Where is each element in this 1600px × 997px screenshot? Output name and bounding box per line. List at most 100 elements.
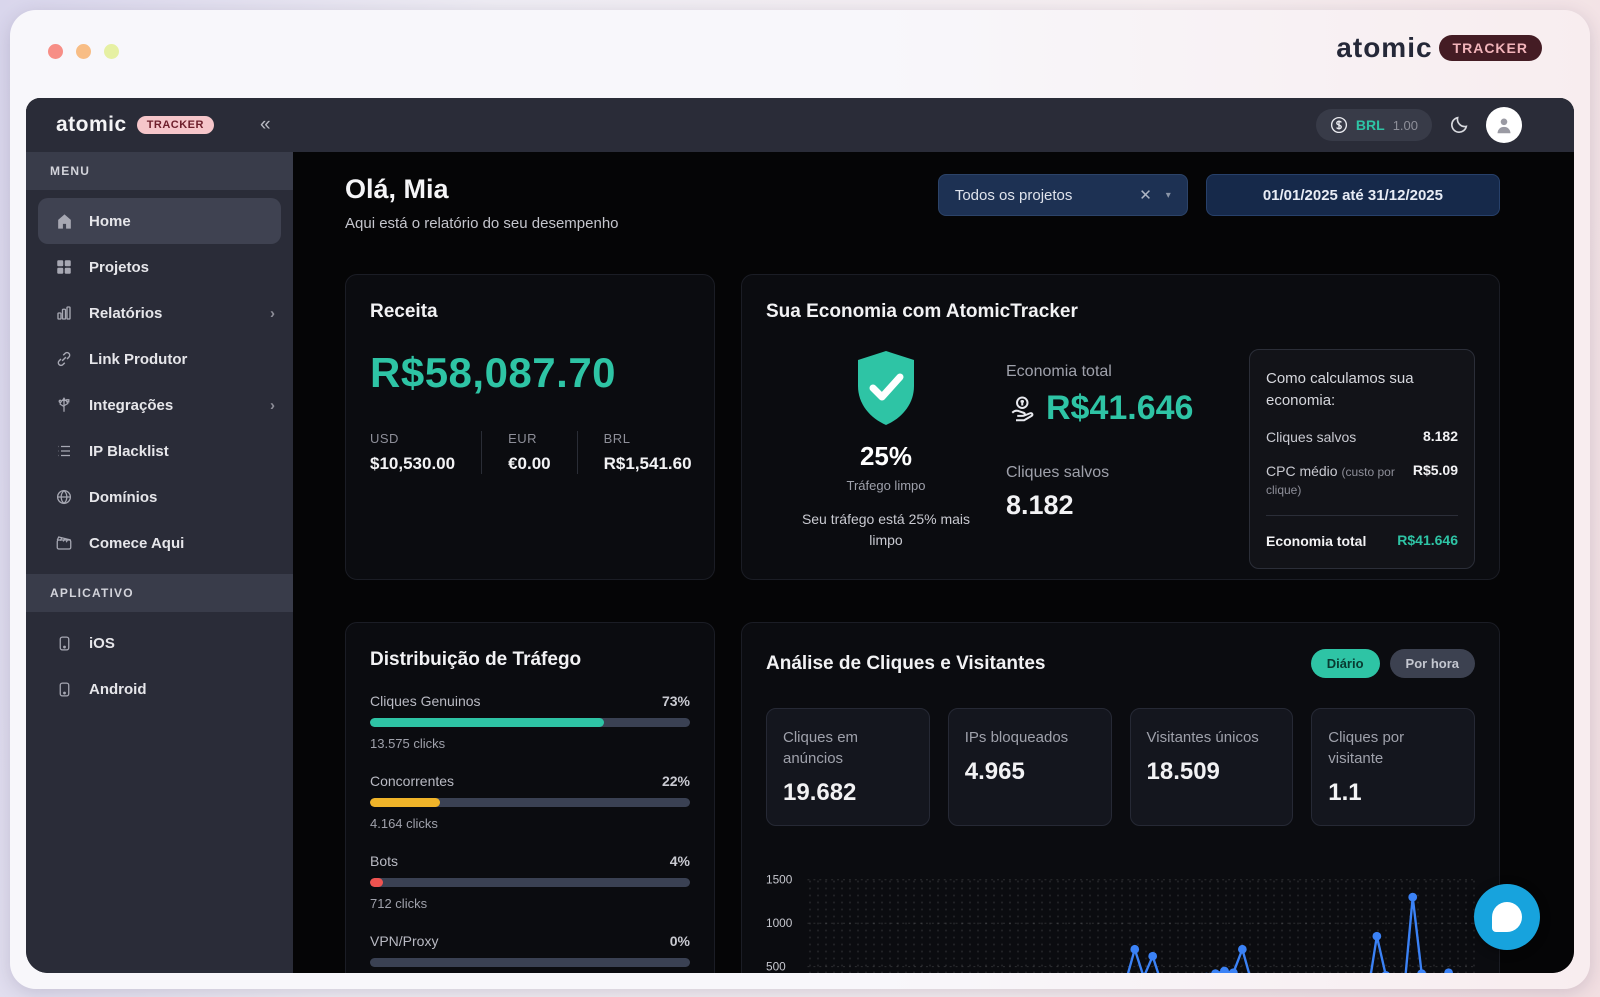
progress-track: [370, 718, 690, 727]
sidebar-item-link-produtor[interactable]: Link Produtor: [26, 336, 293, 382]
sidebar-logo: atomic TRACKER «: [26, 113, 293, 137]
traffic-row-genuine: Cliques Genuinos73% 13.575 clicks: [370, 693, 690, 751]
stat-label: Visitantes únicos: [1147, 727, 1277, 748]
traffic-row-label: VPN/Proxy: [370, 933, 438, 949]
sidebar-nav-app: iOS Android: [26, 612, 293, 720]
brand-badge: TRACKER: [1439, 35, 1542, 61]
sidebar-item-label: Home: [89, 213, 131, 230]
progress-track: [370, 958, 690, 967]
hand-coin-icon: [1006, 394, 1036, 424]
stat-label: Cliques em anúncios: [783, 727, 913, 769]
cards-row-1: Receita R$58,087.70 USD $10,530.00 EUR €…: [345, 274, 1500, 580]
currency-label: EUR: [508, 431, 551, 446]
sidebar-item-dominios[interactable]: Domínios: [26, 474, 293, 520]
saved-clicks-label: Cliques salvos: [1006, 464, 1249, 482]
svg-text:1500: 1500: [766, 873, 793, 887]
sidebar-brand-word: atomic: [56, 113, 127, 137]
grid-icon: [54, 258, 74, 276]
cards-row-2: Distribuição de Tráfego Cliques Genuinos…: [345, 622, 1500, 973]
sidebar-item-ios[interactable]: iOS: [26, 620, 293, 666]
chart-canvas: 15001000500: [766, 860, 1475, 973]
topbar-actions: BRL 1.00: [1316, 107, 1574, 143]
calc-total-value: R$41.646: [1397, 532, 1458, 548]
traffic-row-pct: 22%: [662, 773, 690, 789]
sidebar-collapse-icon[interactable]: «: [260, 114, 271, 136]
currency-selector[interactable]: BRL 1.00: [1316, 109, 1432, 141]
savings-total-label: Economia total: [1006, 363, 1249, 381]
stat-value: 18.509: [1147, 758, 1277, 786]
traffic-row-clicks: 712 clicks: [370, 896, 690, 911]
stat-blocked-ips: IPs bloqueados 4.965: [948, 708, 1112, 826]
link-icon: [54, 350, 74, 368]
sidebar-item-label: Relatórios: [89, 305, 162, 322]
sidebar-item-label: Domínios: [89, 489, 157, 506]
close-window-button[interactable]: [48, 44, 63, 59]
calc-panel-title: Como calculamos sua economia:: [1266, 368, 1458, 412]
currency-value: €0.00: [508, 454, 551, 474]
date-range-picker[interactable]: 01/01/2025 até 31/12/2025: [1206, 174, 1500, 216]
traffic-row-label: Bots: [370, 853, 398, 869]
list-icon: [54, 442, 74, 460]
brand-logo: atomic TRACKER: [1336, 32, 1542, 64]
stat-label: Cliques por visitante: [1328, 727, 1458, 769]
sidebar-item-label: Comece Aqui: [89, 535, 184, 552]
traffic-title: Distribuição de Tráfego: [370, 649, 690, 671]
sidebar-item-android[interactable]: Android: [26, 666, 293, 712]
sidebar-item-comece-aqui[interactable]: Comece Aqui: [26, 520, 293, 566]
currency-value: $10,530.00: [370, 454, 455, 474]
progress-track: [370, 878, 690, 887]
sidebar-item-home[interactable]: Home: [38, 198, 281, 244]
main-content: Olá, Mia Aqui está o relatório do seu de…: [293, 152, 1574, 973]
sidebar-item-label: IP Blacklist: [89, 443, 169, 460]
clean-traffic-desc: Seu tráfego está 25% mais limpo: [766, 509, 1006, 551]
analysis-title: Análise de Cliques e Visitantes: [766, 653, 1045, 675]
sidebar-section-menu: MENU: [26, 152, 293, 190]
currency-label: BRL: [604, 431, 692, 446]
traffic-row-label: Concorrentes: [370, 773, 454, 789]
window-titlebar: atomic TRACKER: [10, 10, 1590, 88]
minimize-window-button[interactable]: [76, 44, 91, 59]
progress-track: [370, 798, 690, 807]
project-filter-select[interactable]: Todos os projetos ✕ ▾: [938, 174, 1188, 216]
clean-traffic-pct: 25%: [766, 441, 1006, 472]
page-header: Olá, Mia Aqui está o relatório do seu de…: [345, 174, 1500, 232]
zoom-window-button[interactable]: [104, 44, 119, 59]
stat-ad-clicks: Cliques em anúncios 19.682: [766, 708, 930, 826]
toggle-hourly[interactable]: Por hora: [1390, 649, 1475, 678]
chevron-right-icon: ›: [270, 305, 275, 322]
shield-check-icon: [850, 349, 922, 429]
calc-total-label: Economia total: [1266, 532, 1366, 550]
sidebar: MENU Home Projetos: [26, 152, 293, 973]
clicks-analysis-card: Análise de Cliques e Visitantes Diário P…: [741, 622, 1500, 973]
stat-value: 19.682: [783, 779, 913, 807]
sidebar-section-aplicativo: APLICATIVO: [26, 574, 293, 612]
dark-mode-toggle[interactable]: [1448, 114, 1470, 136]
page-subtitle: Aqui está o relatório do seu desempenho: [345, 215, 619, 232]
smartphone-icon: [54, 681, 74, 698]
traffic-row-clicks: 4.164 clicks: [370, 816, 690, 831]
sidebar-item-relatorios[interactable]: Relatórios ›: [26, 290, 293, 336]
person-icon: [1501, 118, 1508, 125]
traffic-row-clicks: 13.575 clicks: [370, 736, 690, 751]
calc-row-value: R$5.09: [1413, 462, 1458, 478]
user-avatar[interactable]: [1486, 107, 1522, 143]
revenue-total: R$58,087.70: [370, 349, 690, 397]
sidebar-item-projetos[interactable]: Projetos: [26, 244, 293, 290]
globe-icon: [54, 488, 74, 506]
sidebar-item-integracoes[interactable]: Integrações ›: [26, 382, 293, 428]
clear-filter-icon[interactable]: ✕: [1139, 186, 1152, 204]
sidebar-brand-badge: TRACKER: [137, 116, 214, 134]
sidebar-item-ip-blacklist[interactable]: IP Blacklist: [26, 428, 293, 474]
chat-widget-button[interactable]: [1474, 884, 1540, 950]
sidebar-item-label: iOS: [89, 635, 115, 652]
chevron-right-icon: ›: [270, 397, 275, 414]
revenue-title: Receita: [370, 301, 690, 323]
period-toggle-group: Diário Por hora: [1311, 649, 1475, 678]
traffic-distribution-card: Distribuição de Tráfego Cliques Genuinos…: [345, 622, 715, 973]
calc-row-value: 8.182: [1423, 428, 1458, 444]
stat-boxes: Cliques em anúncios 19.682 IPs bloqueado…: [766, 708, 1475, 826]
app-window: atomic TRACKER atomic TRACKER « BRL 1.0: [10, 10, 1590, 989]
bar-chart-icon: [54, 304, 74, 322]
stat-value: 4.965: [965, 758, 1095, 786]
toggle-daily[interactable]: Diário: [1311, 649, 1380, 678]
